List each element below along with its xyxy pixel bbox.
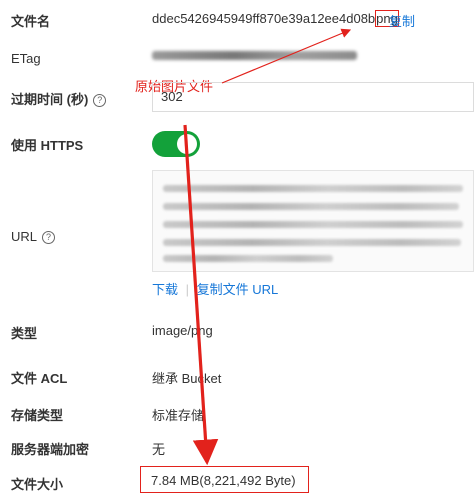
url-actions: 下载 | 复制文件 URL [152, 279, 278, 298]
encryption-label: 服务器端加密 [11, 442, 90, 457]
copy-filename-link[interactable]: 复制 [389, 11, 415, 30]
url-blur-line [163, 203, 459, 210]
toggle-knob [177, 134, 197, 154]
type-label: 类型 [11, 326, 38, 341]
download-link[interactable]: 下载 [152, 282, 178, 297]
acl-label: 文件 ACL [11, 371, 68, 386]
url-blur-line [163, 185, 463, 192]
expire-label: 过期时间 (秒)? [11, 89, 107, 108]
size-value: 7.84 MB(8,221,492 Byte) [140, 466, 309, 493]
url-label: URL? [11, 229, 56, 244]
filename-main: ddec5426945949ff870e39a12ee4d08b [152, 11, 376, 26]
url-blur-line [163, 239, 461, 246]
encryption-value: 无 [152, 442, 166, 457]
filename-label: 文件名 [11, 14, 51, 29]
filename-value: ddec5426945949ff870e39a12ee4d08bpng [152, 10, 399, 27]
copy-url-link[interactable]: 复制文件 URL [197, 282, 279, 297]
storage-label: 存储类型 [11, 408, 64, 423]
url-textarea[interactable] [152, 170, 474, 272]
expire-help-icon[interactable]: ? [93, 94, 107, 107]
url-label-text: URL [11, 229, 38, 244]
url-blur-line [163, 255, 333, 262]
link-divider: | [185, 282, 190, 297]
url-help-icon[interactable]: ? [42, 231, 56, 244]
etag-value-redacted [152, 51, 357, 60]
type-value: image/png [152, 323, 213, 338]
acl-value: 继承 Bucket [152, 371, 222, 386]
https-toggle[interactable] [152, 131, 200, 157]
expire-input[interactable]: 302 [152, 82, 474, 112]
etag-label: ETag [11, 51, 41, 66]
url-blur-line [163, 221, 463, 228]
size-label: 文件大小 [11, 477, 64, 492]
storage-value: 标准存储 [152, 408, 205, 423]
https-label: 使用 HTTPS [11, 138, 84, 153]
expire-label-text: 过期时间 (秒) [11, 92, 89, 107]
